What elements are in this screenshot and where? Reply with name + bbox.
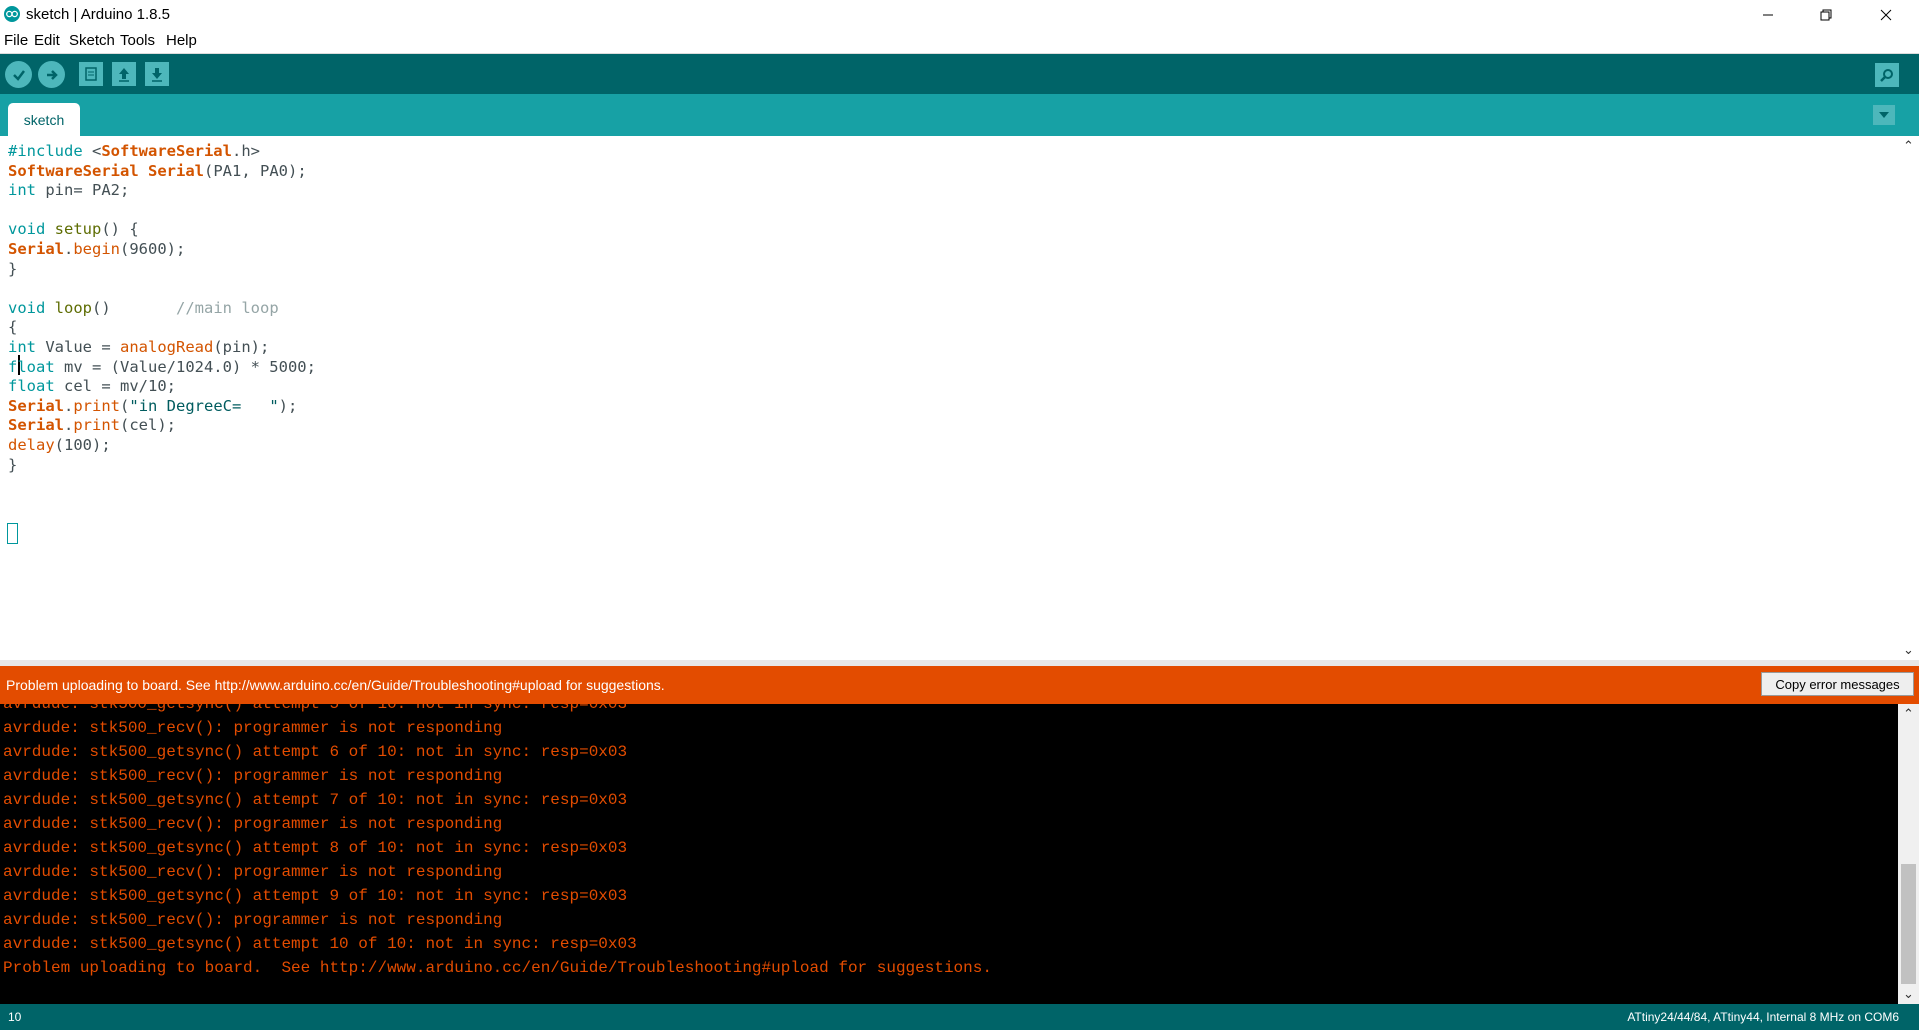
console-line: avrdude: stk500_getsync() attempt 8 of 1… bbox=[3, 839, 628, 857]
restore-icon[interactable] bbox=[1803, 0, 1849, 29]
editor-scrollbar[interactable]: ⌃ ⌄ bbox=[1898, 136, 1919, 660]
upload-button[interactable] bbox=[38, 61, 65, 88]
copy-error-button[interactable]: Copy error messages bbox=[1761, 672, 1914, 696]
bracket-highlight bbox=[7, 523, 18, 544]
verify-button[interactable] bbox=[5, 61, 32, 88]
serial-monitor-button[interactable] bbox=[1875, 63, 1899, 87]
tab-bar: sketch bbox=[0, 94, 1919, 136]
tab-menu-button[interactable] bbox=[1873, 105, 1895, 125]
code-line: Serial.begin(9600); bbox=[8, 240, 186, 258]
code-line: } bbox=[8, 259, 18, 278]
scrollbar-thumb[interactable] bbox=[1901, 864, 1916, 984]
console-output[interactable]: avrdude: stk500_getsync() attempt 5 of 1… bbox=[0, 704, 1898, 1004]
scroll-down-icon[interactable]: ⌄ bbox=[1898, 640, 1919, 660]
code-editor[interactable]: #include <SoftwareSerial.h> SoftwareSeria… bbox=[0, 136, 1898, 660]
menu-sketch[interactable]: Sketch bbox=[69, 32, 115, 49]
code-line: void loop() //main loop bbox=[8, 298, 279, 317]
menu-file[interactable]: File bbox=[4, 32, 28, 49]
menu-bar: File Edit Sketch Tools Help bbox=[0, 29, 1919, 54]
checkmark-icon bbox=[12, 69, 25, 81]
new-file-icon bbox=[85, 67, 97, 81]
line-number: 10 bbox=[8, 1010, 22, 1024]
tab-sketch[interactable]: sketch bbox=[8, 103, 80, 136]
status-bar: 10 ATtiny24/44/84, ATtiny44, Internal 8 … bbox=[0, 1004, 1919, 1030]
close-icon[interactable] bbox=[1863, 0, 1909, 29]
menu-help[interactable]: Help bbox=[166, 32, 197, 49]
code-line: int pin= PA2; bbox=[8, 181, 130, 200]
console-line: avrdude: stk500_recv(): programmer is no… bbox=[3, 911, 503, 929]
console-line: avrdude: stk500_getsync() attempt 5 of 1… bbox=[3, 704, 628, 713]
chevron-down-icon bbox=[1879, 112, 1889, 118]
board-info: ATtiny24/44/84, ATtiny44, Internal 8 MHz… bbox=[1627, 1010, 1899, 1024]
scroll-down-icon[interactable]: ⌄ bbox=[1898, 984, 1919, 1004]
console-line: avrdude: stk500_recv(): programmer is no… bbox=[3, 767, 503, 785]
menu-edit[interactable]: Edit bbox=[34, 32, 60, 49]
minimize-icon[interactable] bbox=[1745, 0, 1791, 29]
console-line: avrdude: stk500_getsync() attempt 9 of 1… bbox=[3, 887, 628, 905]
save-button[interactable] bbox=[145, 62, 169, 86]
console-line: avrdude: stk500_getsync() attempt 6 of 1… bbox=[3, 743, 628, 761]
new-sketch-button[interactable] bbox=[79, 62, 103, 86]
arrow-up-icon bbox=[119, 68, 129, 82]
arduino-logo-icon bbox=[4, 6, 20, 22]
console-line: avrdude: stk500_getsync() attempt 7 of 1… bbox=[3, 791, 628, 809]
error-message: Problem uploading to board. See http://w… bbox=[6, 677, 665, 693]
toolbar bbox=[0, 54, 1919, 94]
code-line: delay(100); bbox=[8, 436, 111, 454]
error-bar: Problem uploading to board. See http://w… bbox=[0, 666, 1919, 704]
scroll-up-icon[interactable]: ⌃ bbox=[1898, 704, 1919, 724]
open-button[interactable] bbox=[112, 62, 136, 86]
console-line: avrdude: stk500_recv(): programmer is no… bbox=[3, 719, 503, 737]
arrow-right-icon bbox=[46, 69, 58, 80]
console-line: Problem uploading to board. See http://w… bbox=[3, 959, 992, 977]
menu-tools[interactable]: Tools bbox=[120, 32, 155, 49]
console-line: avrdude: stk500_recv(): programmer is no… bbox=[3, 815, 503, 833]
console-scrollbar[interactable]: ⌃ ⌄ bbox=[1898, 704, 1919, 1004]
console-line: avrdude: stk500_getsync() attempt 10 of … bbox=[3, 935, 637, 953]
console-line: avrdude: stk500_recv(): programmer is no… bbox=[3, 863, 503, 881]
scroll-up-icon[interactable]: ⌃ bbox=[1898, 136, 1919, 156]
code-line: } bbox=[8, 455, 18, 474]
title-bar: sketch | Arduino 1.8.5 bbox=[0, 0, 1919, 29]
magnifier-icon bbox=[1880, 69, 1893, 82]
window-title: sketch | Arduino 1.8.5 bbox=[26, 6, 170, 23]
arrow-down-icon bbox=[152, 68, 162, 82]
